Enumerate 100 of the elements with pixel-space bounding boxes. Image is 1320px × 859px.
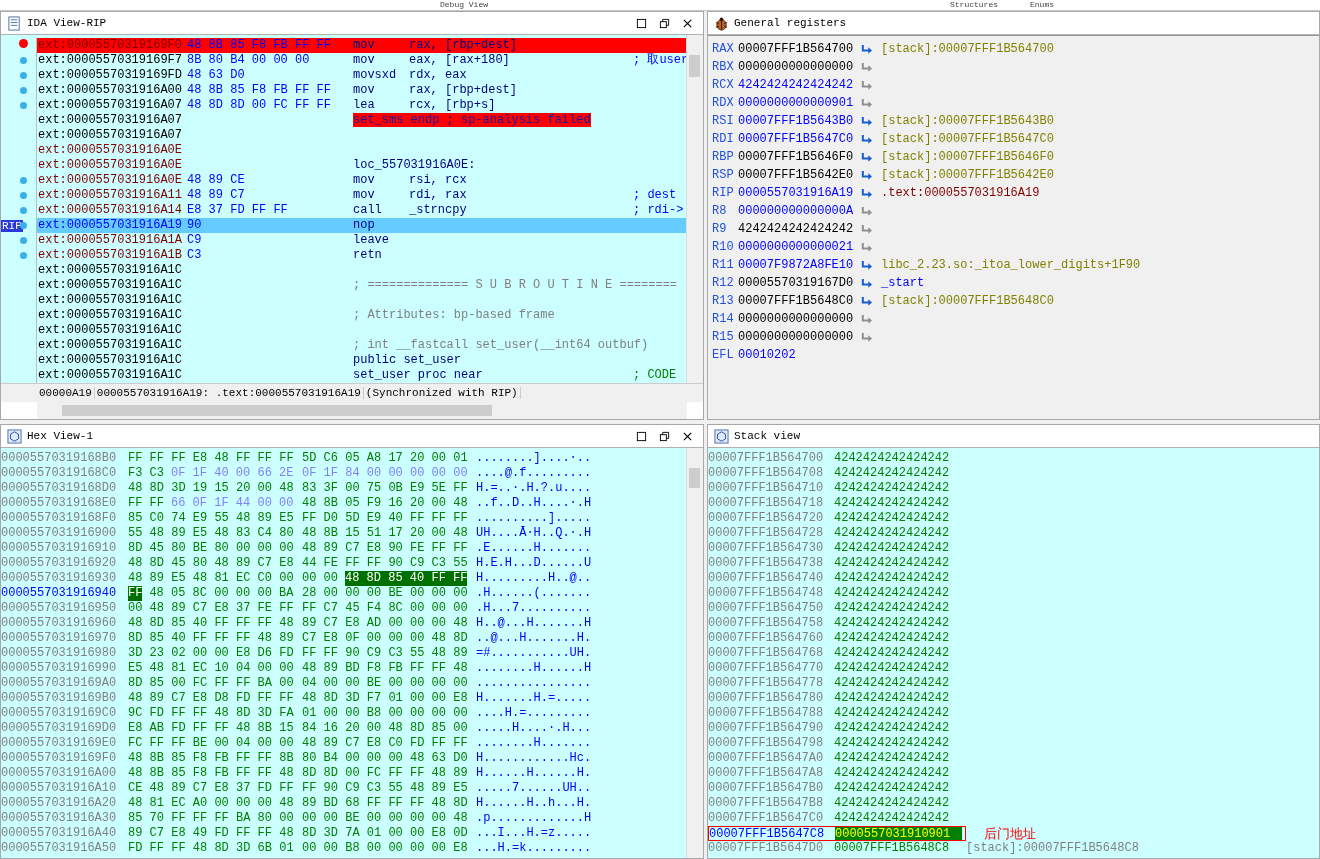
jump-arrow-icon[interactable] (860, 295, 873, 307)
register-target[interactable]: [stack]:00007FFF1B5648C0 (881, 292, 1054, 310)
dot-icon[interactable] (20, 237, 27, 244)
jump-arrow-icon[interactable] (860, 277, 873, 289)
close-icon[interactable] (682, 430, 693, 442)
maximize-icon[interactable] (636, 430, 647, 442)
restore-icon[interactable] (659, 17, 670, 29)
hex-bytes: 00 00 B8 00 00 00 00 E8 (302, 841, 468, 856)
breakpoint-icon[interactable] (19, 39, 28, 48)
mnemonic: mov (353, 188, 376, 203)
opcode-bytes: E8 37 FD FF FF (187, 203, 289, 218)
hex-bytes: FF FF 90 C9 C3 55 48 89 (302, 646, 468, 661)
register-value[interactable]: 00007FFF1B5646F0 (738, 148, 860, 166)
jump-arrow-icon[interactable] (860, 133, 873, 145)
hex-address: 0000557031916A50 (1, 841, 118, 856)
jump-arrow-icon[interactable] (860, 205, 873, 217)
hex-address: 00005570319168C0 (1, 466, 118, 481)
register-value[interactable]: 00007FFF1B564700 (738, 40, 860, 58)
jump-arrow-icon[interactable] (860, 97, 873, 109)
jump-arrow-icon[interactable] (860, 223, 873, 235)
jump-arrow-icon[interactable] (860, 313, 873, 325)
register-name: RDX (712, 95, 735, 112)
register-target[interactable]: [stack]:00007FFF1B5642E0 (881, 166, 1054, 184)
jump-arrow-icon[interactable] (860, 169, 873, 181)
dot-icon[interactable] (20, 207, 27, 214)
dot-icon[interactable] (20, 87, 27, 94)
register-value[interactable]: 0000000000000901 (738, 94, 860, 112)
scrollbar[interactable] (686, 448, 703, 858)
stack-value: 4242424242424242 (834, 691, 950, 706)
jump-arrow-icon[interactable] (860, 151, 873, 163)
stack-address: 00007FFF1B564720 (708, 511, 825, 526)
jump-arrow-icon[interactable] (860, 187, 873, 199)
hex-address: 0000557031916A10 (1, 781, 118, 796)
register-value[interactable]: 0000000000000021 (738, 238, 860, 256)
scrollbar[interactable] (686, 35, 703, 383)
register-value[interactable]: 0000557031916A19 (738, 184, 860, 202)
register-value[interactable]: 00007FFF1B5642E0 (738, 166, 860, 184)
register-target[interactable]: [stack]:00007FFF1B5647C0 (881, 130, 1054, 148)
scrollbar-thumb[interactable] (689, 55, 700, 77)
mnemonic: call (353, 203, 383, 218)
jump-arrow-icon[interactable] (860, 331, 873, 343)
address: ext:0000557031916A1C (38, 308, 184, 323)
jump-arrow-icon[interactable] (860, 259, 873, 271)
tab[interactable]: Debug View (440, 0, 490, 10)
stack-address: 00007FFF1B564790 (708, 721, 825, 736)
code-label: loc_557031916A0E: (353, 158, 476, 172)
register-value[interactable]: 00007F9872A8FE10 (738, 256, 860, 274)
register-value[interactable]: 00010202 (738, 346, 860, 364)
stack-value: 4242424242424242 (834, 781, 950, 796)
dot-icon[interactable] (20, 102, 27, 109)
code-directive: set_user proc near (353, 368, 483, 382)
register-value[interactable]: 0000000000000000 (738, 58, 860, 76)
tab[interactable]: Structures (950, 0, 1010, 10)
dot-icon[interactable] (20, 57, 27, 64)
register-value[interactable]: 4242424242424242 (738, 76, 860, 94)
operands: _strncpy (409, 203, 467, 217)
dot-icon[interactable] (20, 177, 27, 184)
register-value[interactable]: 0000000000000000 (738, 310, 860, 328)
tab[interactable]: Enums (1030, 0, 1070, 10)
register-target[interactable]: [stack]:00007FFF1B564700 (881, 40, 1054, 58)
hex-bytes: 85 70 FF FF FF BA 80 00 (128, 811, 294, 826)
hex-bytes: 89 BD 68 FF FF FF 48 8D (302, 796, 468, 811)
jump-arrow-icon[interactable] (860, 61, 873, 73)
address: ext:0000557031916A1C (38, 368, 184, 383)
dot-icon[interactable] (20, 252, 27, 259)
register-value[interactable]: 00007FFF1B5648C0 (738, 292, 860, 310)
register-target[interactable]: [stack]:00007FFF1B5643B0 (881, 112, 1054, 130)
restore-icon[interactable] (659, 430, 670, 442)
register-target[interactable]: .text:0000557031916A19 (881, 184, 1040, 202)
stack-value: 4242424242424242 (834, 766, 950, 781)
register-target[interactable]: _start (881, 274, 925, 292)
dot-icon[interactable] (20, 72, 27, 79)
register-target[interactable]: libc_2.23.so:_itoa_lower_digits+1F90 (881, 256, 1141, 274)
stack-value: 4242424242424242 (834, 676, 950, 691)
ascii-text: H.E.H...D......U (476, 556, 592, 571)
stack-value: 4242424242424242 (834, 661, 950, 676)
dot-icon[interactable] (20, 192, 27, 199)
address: ext:0000557031916A07 (38, 98, 184, 113)
jump-arrow-icon[interactable] (860, 115, 873, 127)
scrollbar-thumb[interactable] (62, 405, 492, 416)
stack-value: 4242424242424242 (834, 481, 950, 496)
jump-arrow-icon[interactable] (860, 241, 873, 253)
rip-marker: RIP (1, 220, 23, 232)
register-value[interactable]: 000000000000000A (738, 202, 860, 220)
scrollbar[interactable] (37, 402, 687, 419)
register-value[interactable]: 4242424242424242 (738, 220, 860, 238)
register-name: R9 (712, 221, 728, 238)
jump-arrow-icon[interactable] (860, 79, 873, 91)
scrollbar-thumb[interactable] (689, 468, 700, 488)
register-target[interactable]: [stack]:00007FFF1B5646F0 (881, 148, 1054, 166)
close-icon[interactable] (682, 17, 693, 29)
ascii-text: H.=..·.H.?.u.... (476, 481, 592, 496)
dot-icon[interactable] (20, 222, 27, 229)
register-value[interactable]: 0000000000000000 (738, 328, 860, 346)
register-value[interactable]: 00007FFF1B5643B0 (738, 112, 860, 130)
register-name: R15 (712, 329, 735, 346)
register-value[interactable]: 00005570319167D0 (738, 274, 860, 292)
jump-arrow-icon[interactable] (860, 43, 873, 55)
maximize-icon[interactable] (636, 17, 647, 29)
register-value[interactable]: 00007FFF1B5647C0 (738, 130, 860, 148)
